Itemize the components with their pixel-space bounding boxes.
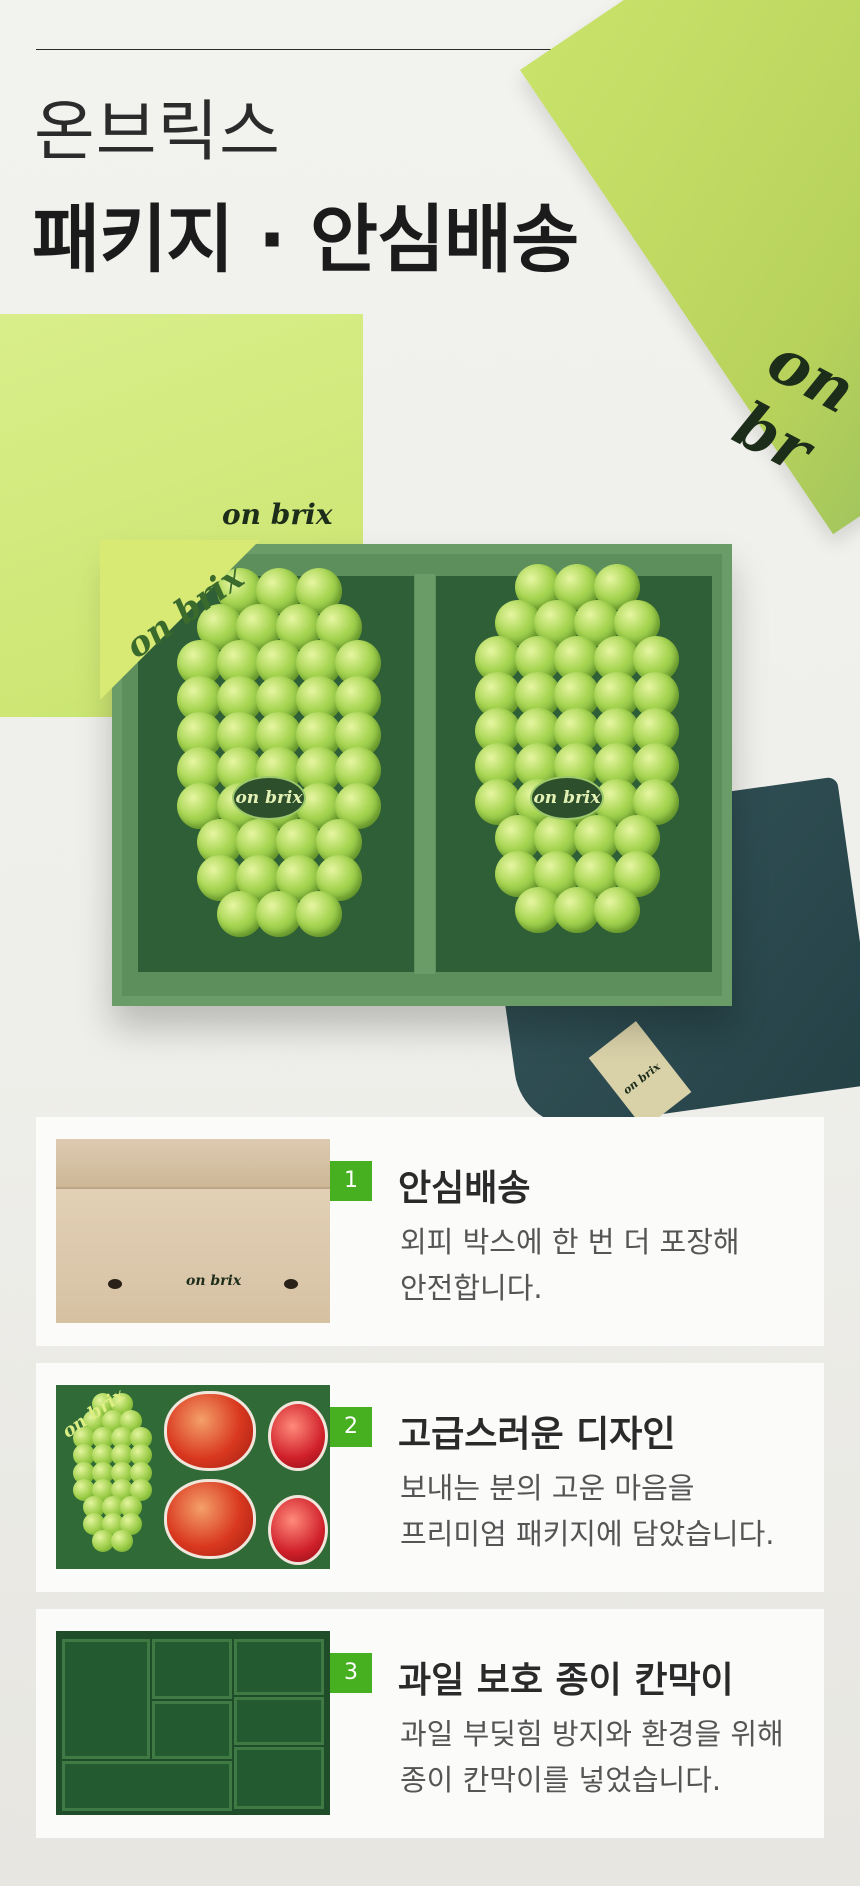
grape-berry — [593, 886, 640, 933]
feature-number-badge: 3 — [330, 1653, 372, 1693]
feature-item-design: on brix 2 고급스러운 디자인 보내는 분의 고운 마음을 프리미엄 패… — [36, 1363, 824, 1592]
feature-list: on brix 1 안심배송 외피 박스에 한 번 더 포장해 안전합니다. o… — [36, 1117, 824, 1855]
carton-seam — [56, 1187, 330, 1189]
divider-cell — [234, 1639, 324, 1695]
fruit-gift-box-image: on brix — [56, 1385, 330, 1569]
outer-carton-image: on brix — [56, 1139, 330, 1323]
mango — [164, 1391, 256, 1471]
carton-flap — [56, 1139, 330, 1187]
divider-cell — [152, 1639, 232, 1699]
grape-berry — [295, 890, 342, 937]
feature-item-divider: 3 과일 보호 종이 칸막이 과일 부딪힘 방지와 환경을 위해 종이 칸막이를… — [36, 1609, 824, 1838]
sheet-logo: on brix — [222, 498, 333, 531]
feature-number-badge: 1 — [330, 1161, 372, 1201]
grape-tag-left: on brix — [232, 776, 306, 820]
divider-cell — [152, 1701, 232, 1759]
divider-cell — [62, 1761, 232, 1811]
carton-handle-hole — [284, 1279, 298, 1289]
carton-logo: on brix — [186, 1273, 242, 1289]
feature-description: 보내는 분의 고운 마음을 프리미엄 패키지에 담았습니다. — [400, 1471, 775, 1551]
feature-title: 고급스러운 디자인 — [398, 1414, 676, 1455]
carton-handle-hole — [108, 1279, 122, 1289]
divider-cell — [234, 1697, 324, 1745]
grape-berry — [111, 1530, 133, 1553]
feature-title: 과일 보호 종이 칸막이 — [398, 1660, 734, 1701]
feature-description: 과일 부딪힘 방지와 환경을 위해 종이 칸막이를 넣었습니다. — [400, 1717, 784, 1797]
page-title: 패키지 · 안심배송 — [32, 197, 579, 283]
apple — [268, 1401, 328, 1471]
box-divider — [415, 574, 435, 974]
brand-title: 온브릭스 — [34, 93, 281, 170]
apple — [268, 1495, 328, 1565]
feature-number-badge: 2 — [330, 1407, 372, 1447]
divider-cell — [62, 1639, 150, 1759]
feature-title: 안심배송 — [398, 1168, 531, 1209]
feature-item-delivery: on brix 1 안심배송 외피 박스에 한 번 더 포장해 안전합니다. — [36, 1117, 824, 1346]
divider-cell — [234, 1747, 324, 1809]
grape-tag-right: on brix — [530, 776, 604, 820]
mango — [164, 1479, 256, 1559]
paper-divider-image — [56, 1631, 330, 1815]
feature-description: 외피 박스에 한 번 더 포장해 안전합니다. — [400, 1225, 740, 1305]
